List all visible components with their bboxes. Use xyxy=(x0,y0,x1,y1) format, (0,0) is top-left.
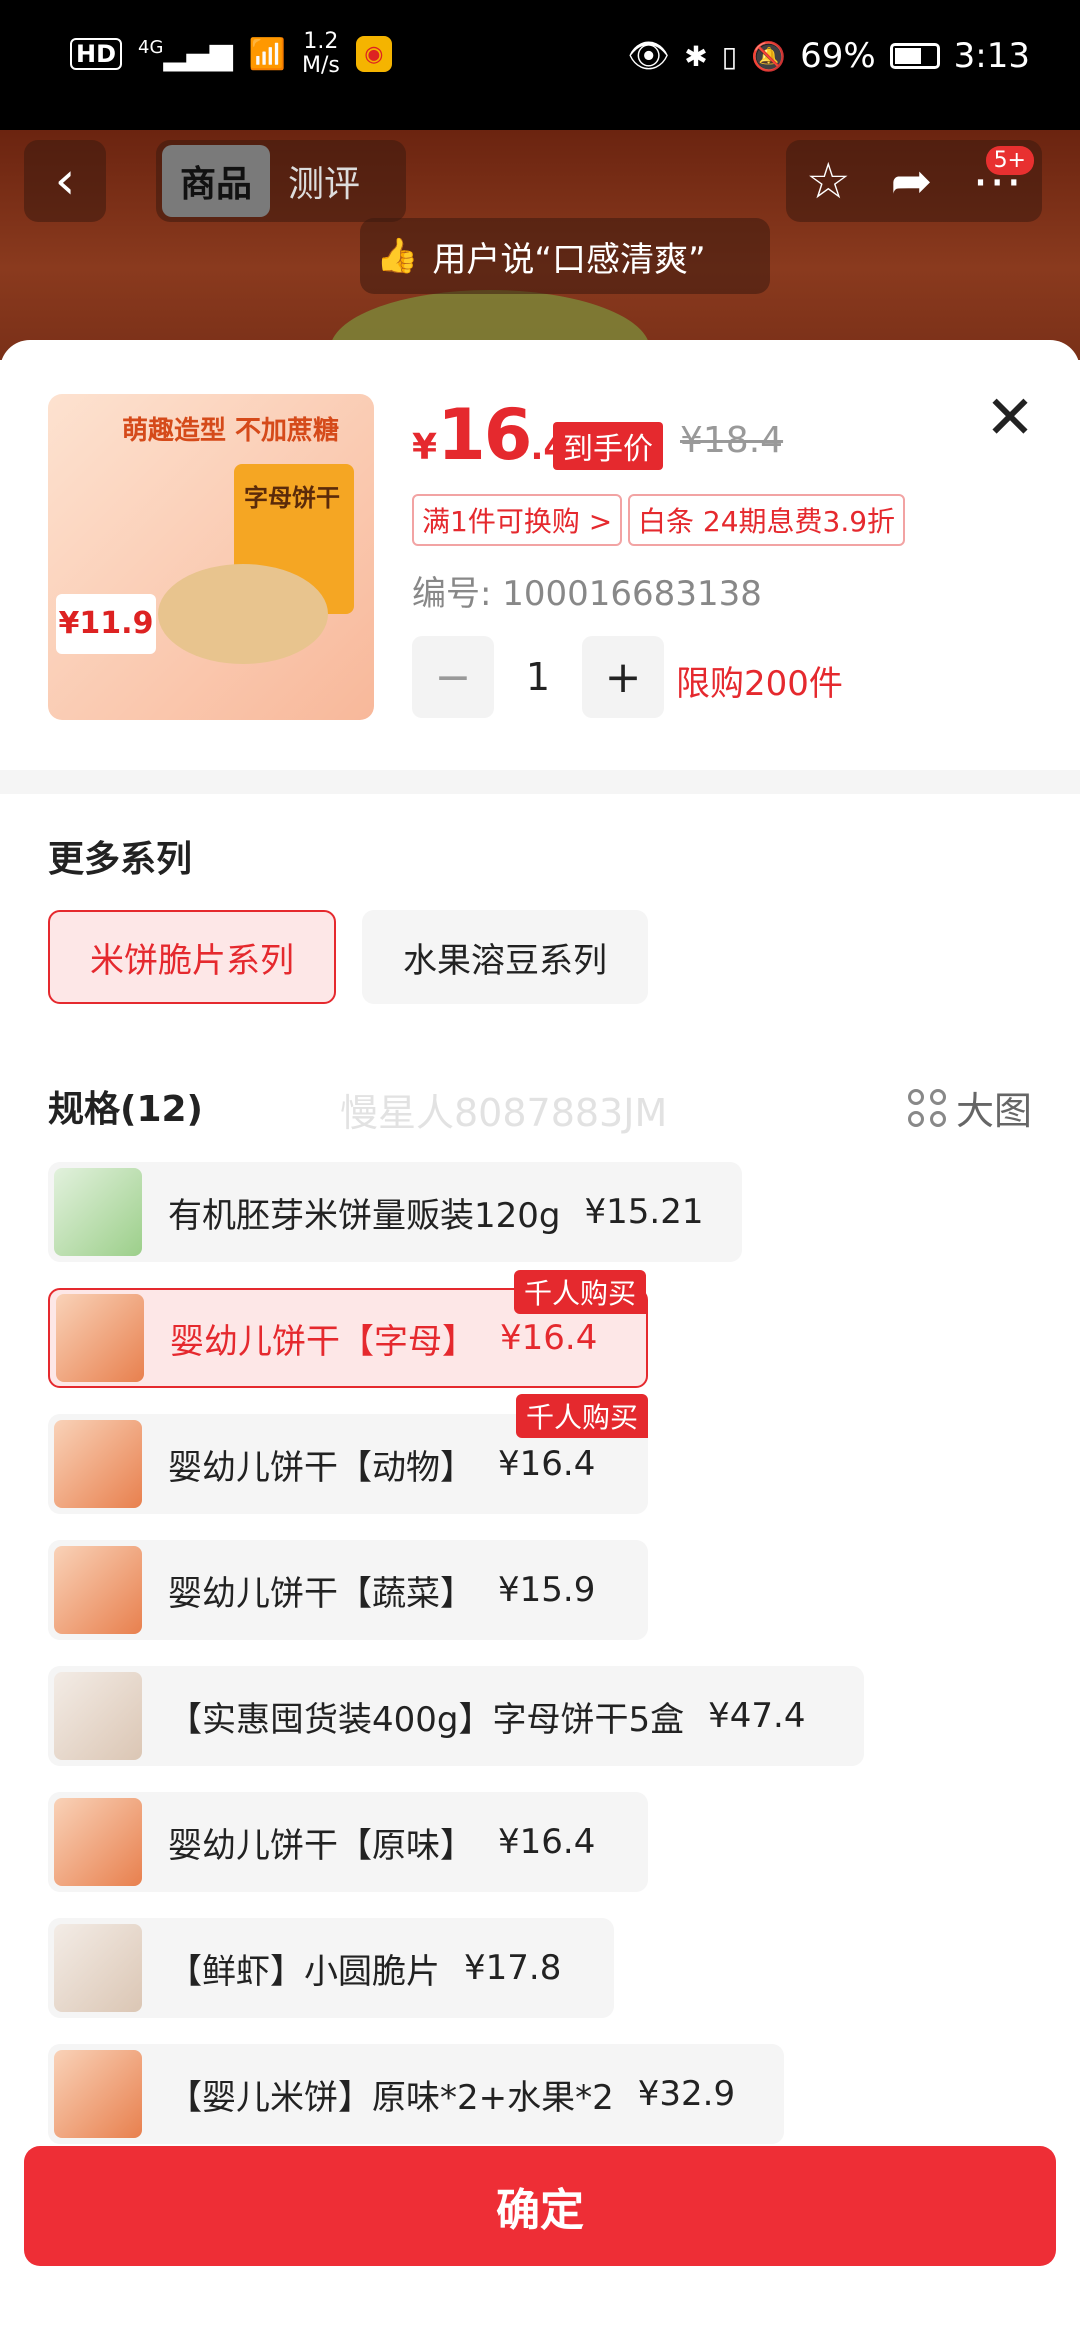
hot-badge: 千人购买 xyxy=(515,1394,648,1438)
spec-thumbnail xyxy=(54,1924,142,2012)
spec-price: ¥17.8 xyxy=(464,1948,562,1988)
mute-bell-icon: 🔕 xyxy=(751,39,787,73)
eye-icon: 👁 xyxy=(627,36,671,76)
battery-icon xyxy=(889,43,940,69)
spec-item[interactable]: 【婴儿米饼】原味*2+水果*2 ¥32.9 xyxy=(48,2044,784,2144)
product-hero: ‹ 商品 测评 ☆ ➦ ⋯ 5+ 👍 用户说“口感清爽” xyxy=(0,130,1080,410)
spec-name: 婴幼儿饼干【字母】 xyxy=(170,1321,476,1362)
spec-name: 有机胚芽米饼量贩装120g xyxy=(168,1195,561,1236)
tab-product[interactable]: 商品 xyxy=(162,145,271,217)
spec-price: ¥47.4 xyxy=(708,1696,806,1736)
spec-thumbnail xyxy=(56,1294,144,1382)
grid-icon xyxy=(907,1088,946,1127)
original-price: ¥18.4 xyxy=(680,420,784,461)
confirm-button[interactable]: 确定 xyxy=(24,2146,1056,2266)
user-says-text: 用户说“口感清爽” xyxy=(432,239,706,280)
current-price: ¥ 16 .4 xyxy=(412,394,567,476)
divider xyxy=(0,770,1080,794)
status-bar: HD 4G▂▄▆ 📶 1.2 M/s ◉ 👁 ✱ ▯ 🔕 69% 3:13 xyxy=(0,0,1080,130)
series-title: 更多系列 xyxy=(48,839,193,880)
battery-percent: 69% xyxy=(800,36,876,76)
back-button[interactable]: ‹ xyxy=(24,140,106,222)
spec-item[interactable]: 婴幼儿饼干【原味】 ¥16.4 xyxy=(48,1792,648,1892)
thumbnail-bowl xyxy=(158,564,328,664)
clock: 3:13 xyxy=(953,36,1030,76)
signal-icon: 4G▂▄▆ xyxy=(138,36,233,72)
status-right: 👁 ✱ ▯ 🔕 69% 3:13 xyxy=(627,36,1030,76)
plus-button[interactable]: + xyxy=(582,636,664,718)
vibrate-icon: ▯ xyxy=(721,39,738,73)
close-icon[interactable]: ✕ xyxy=(980,388,1040,448)
promo-baitiao[interactable]: 白条 24期息费3.9折 xyxy=(628,494,906,546)
network-type: 4G xyxy=(138,36,164,58)
spec-thumbnail xyxy=(54,1420,142,1508)
tab-switcher: 商品 测评 xyxy=(156,140,406,222)
thumbnail-price: ¥11.9 xyxy=(56,594,156,654)
bluetooth-icon: ✱ xyxy=(684,39,708,73)
net-speed-value: 1.2 xyxy=(303,29,339,54)
minus-button[interactable]: − xyxy=(412,636,494,718)
spec-name: 婴幼儿饼干【原味】 xyxy=(168,1825,474,1866)
spec-price: ¥16.4 xyxy=(500,1318,598,1358)
product-thumbnail: 萌趣造型 不加蔗糖 字母饼干 ¥11.9 xyxy=(48,394,374,720)
hd-icon: HD xyxy=(70,38,123,70)
spec-name: 婴幼儿饼干【动物】 xyxy=(168,1447,474,1488)
status-left: HD 4G▂▄▆ 📶 1.2 M/s ◉ xyxy=(70,30,392,78)
user-says-pill: 👍 用户说“口感清爽” xyxy=(360,218,770,294)
purchase-limit: 限购200件 xyxy=(676,664,843,704)
spec-thumbnail xyxy=(54,1546,142,1634)
spec-name: 婴幼儿饼干【蔬菜】 xyxy=(168,1573,474,1614)
thumbnail-tagline: 萌趣造型 不加蔗糖 xyxy=(122,416,340,446)
weibo-icon: ◉ xyxy=(355,36,392,72)
wifi-icon: 📶 xyxy=(248,36,286,72)
hot-badge: 千人购买 xyxy=(513,1270,646,1314)
net-speed-unit: M/s xyxy=(302,53,340,78)
sku-number: 编号: 100016683138 xyxy=(412,574,762,614)
spec-price: ¥15.21 xyxy=(584,1192,704,1232)
spec-price: ¥32.9 xyxy=(637,2074,736,2114)
star-icon[interactable]: ☆ xyxy=(806,152,851,210)
promo-exchange[interactable]: 满1件可换购 > xyxy=(412,494,623,546)
price-integer: 16 xyxy=(437,394,532,476)
share-icon[interactable]: ➦ xyxy=(890,152,932,210)
tab-review[interactable]: 测评 xyxy=(280,145,368,217)
spec-sheet: 萌趣造型 不加蔗糖 字母饼干 ¥11.9 ¥ 16 .4 到手价 ¥18.4 ✕… xyxy=(0,340,1080,2340)
spec-item[interactable]: 【实惠囤货装400g】字母饼干5盒 ¥47.4 xyxy=(48,1666,864,1766)
header-tools: ☆ ➦ ⋯ 5+ xyxy=(786,140,1042,222)
net-speed: 1.2 M/s xyxy=(302,30,340,78)
watermark: 慢星人8087883JM xyxy=(340,1091,668,1135)
spec-name: 【鲜虾】小圆脆片 xyxy=(168,1951,440,1992)
spec-name: 【实惠囤货装400g】字母饼干5盒 xyxy=(168,1699,685,1740)
thumbs-up-icon: 👍 xyxy=(376,236,419,276)
spec-thumbnail xyxy=(54,1672,142,1760)
spec-item[interactable]: 有机胚芽米饼量贩装120g ¥15.21 xyxy=(48,1162,742,1262)
spec-item[interactable]: 婴幼儿饼干【动物】 ¥16.4 千人购买 xyxy=(48,1394,648,1514)
spec-item[interactable]: 【鲜虾】小圆脆片 ¥17.8 xyxy=(48,1918,614,2018)
quantity-value[interactable]: 1 xyxy=(494,655,582,699)
big-view-toggle[interactable]: 大图 xyxy=(907,1080,1032,1135)
price-symbol: ¥ xyxy=(412,427,438,468)
series-option-rice-cracker[interactable]: 米饼脆片系列 xyxy=(48,910,336,1004)
spec-name: 【婴儿米饼】原味*2+水果*2 xyxy=(168,2077,614,2118)
chevron-left-icon: ‹ xyxy=(54,151,76,211)
quantity-stepper: − 1 + xyxy=(412,636,664,718)
spec-thumbnail xyxy=(54,1168,142,1256)
hand-price-tag: 到手价 xyxy=(553,422,663,470)
spec-item[interactable]: 婴幼儿饼干【蔬菜】 ¥15.9 xyxy=(48,1540,648,1640)
notification-badge: 5+ xyxy=(985,146,1034,175)
spec-price: ¥16.4 xyxy=(498,1822,596,1862)
spec-thumbnail xyxy=(54,2050,142,2138)
spec-price: ¥15.9 xyxy=(498,1570,596,1610)
spec-item-selected[interactable]: 婴幼儿饼干【字母】 ¥16.4 千人购买 xyxy=(48,1270,648,1388)
series-option-fruit-melts[interactable]: 水果溶豆系列 xyxy=(362,910,648,1004)
spec-thumbnail xyxy=(54,1798,142,1886)
big-view-label: 大图 xyxy=(955,1089,1032,1133)
spec-price: ¥16.4 xyxy=(498,1444,596,1484)
spec-title: 规格(12) xyxy=(48,1089,204,1130)
